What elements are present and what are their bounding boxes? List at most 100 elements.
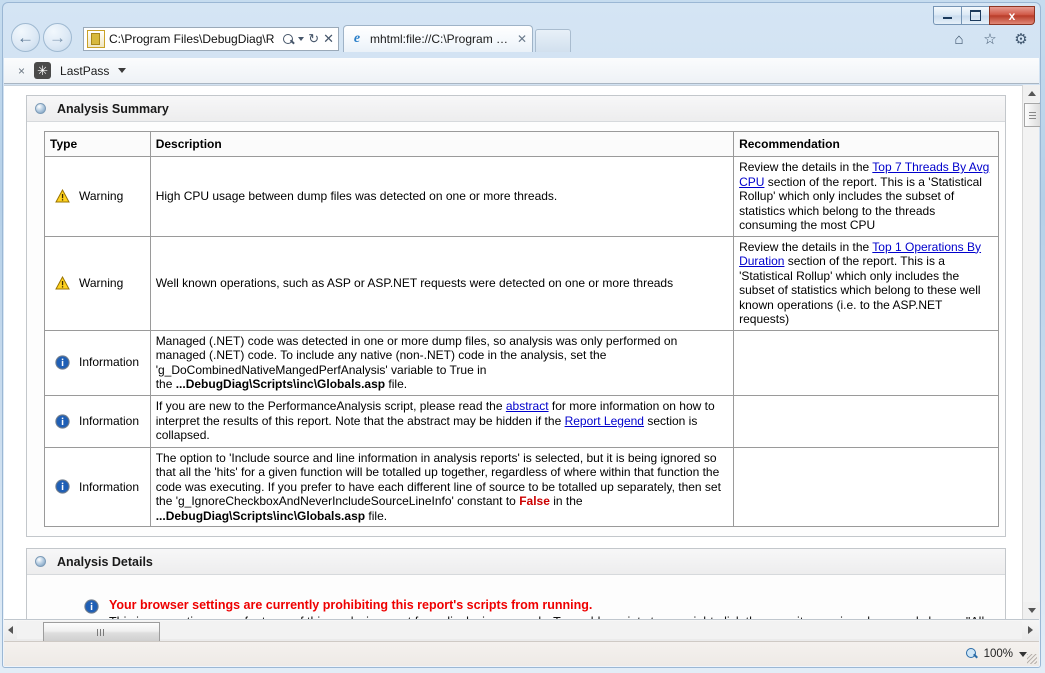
- collapse-toggle-icon[interactable]: [35, 103, 46, 114]
- warning-icon: [55, 276, 70, 290]
- vertical-scroll-thumb[interactable]: [1024, 103, 1040, 127]
- cell-description: If you are new to the PerformanceAnalysi…: [149, 394, 735, 448]
- toolbar-icons: ⌂ ☆ ⚙: [950, 31, 1030, 49]
- row-description-part2-prefix: the: [155, 377, 176, 391]
- favorites-star-icon[interactable]: ☆: [981, 31, 999, 49]
- back-button[interactable]: ←: [11, 23, 40, 52]
- cell-recommendation: Review the details in the Top 1 Operatio…: [733, 235, 999, 331]
- navigation-buttons: ← →: [11, 23, 72, 52]
- link-report-legend[interactable]: Report Legend: [565, 414, 644, 428]
- cell-description: High CPU usage between dump files was de…: [149, 156, 735, 237]
- chevron-down-icon[interactable]: [298, 37, 305, 41]
- maximize-icon: [970, 10, 981, 21]
- globals-asp-path: ...DebugDiag\Scripts\inc\Globals.asp: [175, 377, 386, 391]
- row-description-prefix: The option to 'Include source and line i…: [155, 450, 721, 509]
- information-icon: [55, 479, 70, 494]
- scroll-down-button[interactable]: [1023, 602, 1040, 619]
- recommendation-suffix: section of the report. This is a 'Statis…: [739, 174, 982, 233]
- cell-type: Warning: [44, 156, 151, 237]
- row-description: Well known operations, such as ASP or AS…: [155, 275, 674, 290]
- close-button[interactable]: x: [989, 6, 1035, 25]
- scroll-left-button[interactable]: [4, 621, 17, 639]
- cell-type: Warning: [44, 235, 151, 331]
- analysis-summary-table: Type Description Recommendation Warning …: [44, 131, 999, 527]
- analysis-details-body: Your browser settings are currently proh…: [27, 575, 1005, 619]
- lastpass-label[interactable]: LastPass: [60, 64, 109, 78]
- address-input[interactable]: C:\Program Files\DebugDiag\R: [109, 32, 279, 46]
- cell-type: Information: [44, 394, 151, 448]
- row-description-part1: Managed (.NET) code was detected in one …: [155, 333, 678, 377]
- chevron-left-icon: [8, 626, 13, 634]
- link-abstract[interactable]: abstract: [506, 399, 549, 413]
- row-description: High CPU usage between dump files was de…: [155, 189, 558, 203]
- information-icon: [55, 355, 70, 370]
- table-row: Warning High CPU usage between dump file…: [44, 156, 999, 237]
- minimize-button[interactable]: [933, 6, 961, 25]
- scroll-up-button[interactable]: [1023, 85, 1040, 102]
- internet-explorer-icon: e: [353, 31, 361, 46]
- table-header-row: Type Description Recommendation: [44, 131, 999, 157]
- refresh-icon[interactable]: ↻: [308, 31, 319, 47]
- row-description-suffix: file.: [365, 508, 388, 523]
- globals-asp-path: ...DebugDiag\Scripts\inc\Globals.asp: [155, 508, 366, 523]
- maximize-button[interactable]: [961, 6, 989, 25]
- gear-icon[interactable]: ⚙: [1012, 31, 1030, 49]
- page-favicon-icon: [87, 30, 105, 48]
- tab-close-icon[interactable]: ✕: [517, 32, 527, 46]
- address-bar[interactable]: C:\Program Files\DebugDiag\R ↻ ✕: [83, 27, 339, 51]
- analysis-summary-header[interactable]: Analysis Summary: [27, 96, 1005, 122]
- recommendation-prefix: Review the details in the: [739, 160, 873, 174]
- analysis-details-header[interactable]: Analysis Details: [27, 549, 1005, 575]
- cell-description: Managed (.NET) code was detected in one …: [149, 329, 735, 396]
- minimize-icon: [943, 17, 952, 19]
- forward-button[interactable]: →: [43, 23, 72, 52]
- row-type-label: Warning: [79, 189, 124, 203]
- cell-recommendation: [733, 329, 999, 396]
- cell-type: Information: [44, 446, 151, 527]
- analysis-details-section: Analysis Details Your browser settings a…: [26, 548, 1006, 619]
- cell-description: Well known operations, such as ASP or AS…: [149, 235, 735, 331]
- column-header-description: Description: [149, 131, 735, 157]
- constant-value-false: False: [519, 494, 550, 508]
- chevron-right-icon: [1028, 626, 1033, 634]
- information-icon: [84, 599, 99, 614]
- vertical-scrollbar[interactable]: [1022, 85, 1040, 619]
- home-icon[interactable]: ⌂: [950, 31, 968, 49]
- zoom-icon[interactable]: [965, 648, 978, 660]
- chevron-down-icon[interactable]: [118, 68, 127, 73]
- table-row: Information The option to 'Include sourc…: [44, 446, 999, 527]
- horizontal-scrollbar-area: [4, 619, 1039, 642]
- stop-icon[interactable]: ✕: [323, 31, 334, 47]
- lastpass-close-icon[interactable]: ×: [18, 64, 25, 78]
- horizontal-scroll-thumb[interactable]: [43, 622, 160, 642]
- collapse-toggle-icon[interactable]: [35, 556, 46, 567]
- table-row: Information Managed (.NET) code was dete…: [44, 329, 999, 396]
- browser-window: x ← → C:\Program Files\DebugDiag\R ↻ ✕ e: [2, 2, 1041, 668]
- scroll-grip-icon: [97, 628, 106, 636]
- script-blocked-warning: Your browser settings are currently proh…: [44, 597, 997, 619]
- back-arrow-icon: ←: [17, 27, 34, 47]
- window-resize-grip[interactable]: [1027, 654, 1037, 664]
- cell-recommendation: [733, 394, 999, 448]
- row-type-label: Warning: [79, 275, 124, 290]
- tab-report[interactable]: e mhtml:file://C:\Program Fil... ✕: [343, 25, 533, 52]
- scroll-right-button[interactable]: [1024, 621, 1037, 639]
- table-row: Information If you are new to the Perfor…: [44, 394, 999, 448]
- report-page: Analysis Summary Type Description Recomm…: [4, 86, 1016, 619]
- status-bar: 100%: [4, 641, 1039, 666]
- lastpass-logo-icon: ✳: [34, 62, 52, 79]
- zoom-level-label[interactable]: 100%: [984, 648, 1013, 660]
- chevron-down-icon[interactable]: [1019, 651, 1027, 657]
- forward-arrow-icon: →: [49, 27, 66, 47]
- table-row: Warning Well known operations, such as A…: [44, 235, 999, 331]
- warning-icon: [55, 189, 70, 203]
- search-icon[interactable]: [283, 33, 294, 45]
- section-title: Analysis Details: [57, 554, 153, 569]
- column-header-recommendation: Recommendation: [733, 131, 999, 157]
- title-bar: x ← → C:\Program Files\DebugDiag\R ↻ ✕ e: [3, 3, 1040, 58]
- new-tab-button[interactable]: [535, 29, 571, 52]
- column-header-type: Type: [44, 131, 151, 157]
- row-description-middle: in the: [549, 494, 583, 508]
- horizontal-scrollbar[interactable]: [17, 621, 1022, 642]
- window-controls: x: [933, 6, 1035, 25]
